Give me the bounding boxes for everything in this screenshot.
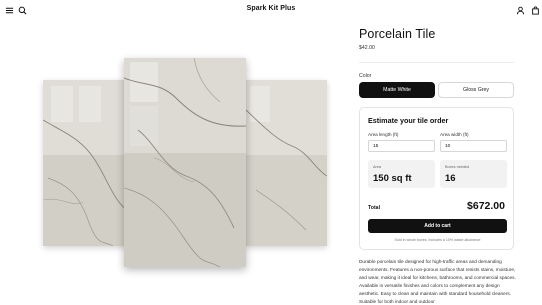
shopping-bag-icon[interactable]: [530, 5, 540, 15]
site-header: Spark Kit Plus: [0, 0, 542, 20]
color-label: Color: [359, 73, 372, 79]
estimator-title: Estimate your tile order: [368, 116, 449, 125]
divider: [359, 62, 514, 63]
area-stat-value: 150 sq ft: [373, 173, 412, 184]
product-price: $42.00: [359, 45, 375, 51]
add-to-cart-button[interactable]: Add to cart: [368, 219, 507, 233]
tile-right: [246, 80, 327, 246]
tile-estimator-card: Estimate your tile order Area length (ft…: [359, 107, 514, 250]
product-description: Durable porcelain tile designed for high…: [359, 260, 516, 305]
area-width-label: Area width (ft): [440, 132, 469, 137]
brand-logo[interactable]: Spark Kit Plus: [0, 5, 542, 12]
total-value: $672.00: [467, 200, 505, 212]
product-image[interactable]: [35, 20, 335, 305]
area-stat: Area 150 sq ft: [368, 160, 435, 188]
color-option-gloss-grey[interactable]: Gloss Grey: [438, 82, 514, 98]
area-stat-label: Area: [373, 165, 382, 169]
estimator-note: Sold in whole boxes. Includes a 10% wast…: [394, 238, 481, 242]
total-label: Total: [368, 205, 381, 211]
boxes-stat: Boxes needed 16: [440, 160, 507, 188]
tile-center: [124, 58, 246, 267]
product-title: Porcelain Tile: [359, 27, 436, 41]
boxes-stat-label: Boxes needed: [445, 165, 470, 169]
area-width-input[interactable]: 10: [440, 140, 507, 152]
area-length-label: Area length (ft): [368, 132, 399, 137]
product-panel: Porcelain Tile $42.00 Color Matte White …: [359, 20, 516, 305]
user-icon[interactable]: [515, 5, 525, 15]
area-length-input[interactable]: 15: [368, 140, 435, 152]
color-option-matte-white[interactable]: Matte White: [359, 82, 435, 98]
boxes-stat-value: 16: [445, 173, 456, 184]
tile-left: [43, 80, 129, 246]
